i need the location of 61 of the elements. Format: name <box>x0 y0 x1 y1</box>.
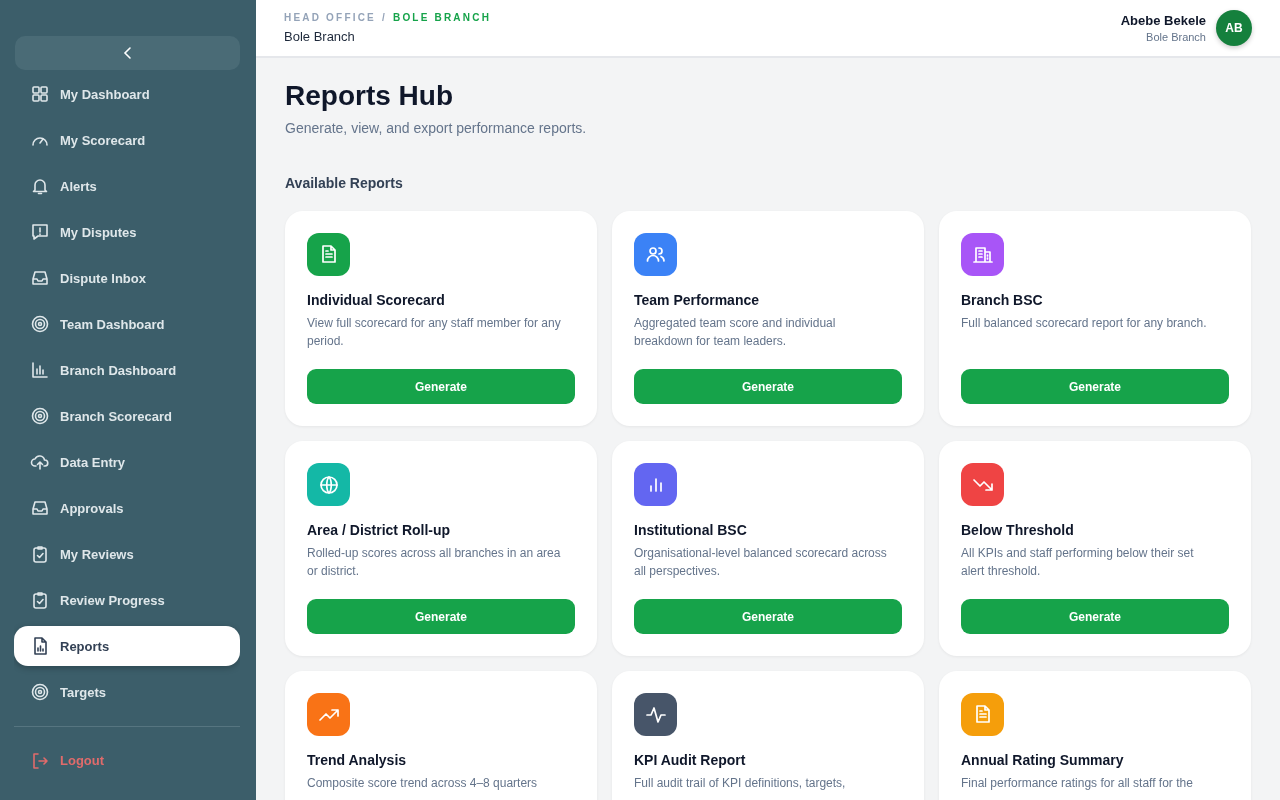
sidebar-item[interactable]: Dispute Inbox <box>14 258 240 298</box>
breadcrumb-current: BOLE BRANCH <box>392 12 492 23</box>
target-icon <box>30 314 50 334</box>
clipboard-check-icon <box>30 544 50 564</box>
report-title: Below Threshold <box>961 522 1075 538</box>
bell-icon <box>30 176 50 196</box>
report-title: Trend Analysis <box>307 752 408 768</box>
sidebar-item[interactable]: Alerts <box>14 166 240 206</box>
generate-button[interactable]: Generate <box>307 369 575 404</box>
sidebar-item[interactable]: My Scorecard <box>14 120 240 160</box>
inbox-icon <box>30 268 50 288</box>
sidebar-item[interactable]: Review Progress <box>14 580 240 620</box>
bar-chart-icon <box>30 360 50 380</box>
page-title: Reports Hub <box>285 80 454 112</box>
grid-icon <box>30 85 50 104</box>
report-title: Branch BSC <box>961 292 1044 308</box>
sidebar-item[interactable]: Branch Dashboard <box>14 350 240 390</box>
sidebar-item[interactable]: Branch Scorecard <box>14 396 240 436</box>
generate-button[interactable]: Generate <box>307 599 575 634</box>
clipboard-check-icon <box>30 590 50 610</box>
sidebar-item[interactable]: Approvals <box>14 488 240 528</box>
report-description: Full balanced scorecard report for any branch. <box>961 315 1208 332</box>
report-description: All KPIs and staff performing below their set alert threshold. <box>961 545 1195 580</box>
report-description: Composite score trend across 4–8 quarters <box>307 775 539 792</box>
sidebar-item[interactable]: My Dashboard <box>14 85 240 114</box>
report-title: KPI Audit Report <box>634 752 747 768</box>
generate-button[interactable]: Generate <box>961 599 1229 634</box>
report-description: Final performance ratings for all staff for the <box>961 775 1194 792</box>
report-title: Team Performance <box>634 292 760 308</box>
report-description: Aggregated team score and individual breakdown for team leaders. <box>634 315 837 350</box>
message-alert-icon <box>30 222 50 242</box>
report-title: Annual Rating Summary <box>961 752 1125 768</box>
report-description: Rolled-up scores across all branches in an area or district. <box>307 545 562 580</box>
breadcrumb-separator: / <box>382 12 387 23</box>
generate-button[interactable]: Generate <box>634 369 902 404</box>
target-icon <box>30 406 50 426</box>
generate-button[interactable]: Generate <box>961 369 1229 404</box>
user-branch: Bole Branch <box>1145 31 1206 43</box>
sidebar-item[interactable]: Team Dashboard <box>14 304 240 344</box>
logout-icon <box>30 750 50 771</box>
sidebar-item[interactable]: Data Entry <box>14 442 240 482</box>
cloud-upload-icon <box>30 452 50 472</box>
report-title: Institutional BSC <box>634 522 748 538</box>
sidebar-item[interactable]: My Reviews <box>14 534 240 574</box>
report-description: Full audit trail of KPI definitions, targets, <box>634 775 847 792</box>
sidebar-item[interactable]: Targets <box>14 672 240 712</box>
report-title: Area / District Roll-up <box>307 522 452 538</box>
report-title: Individual Scorecard <box>307 292 446 308</box>
report-description: View full scorecard for any staff member for any period. <box>307 315 562 350</box>
inbox-icon <box>30 498 50 518</box>
collapse-button[interactable] <box>15 36 240 70</box>
branch-name: Bole Branch <box>284 29 356 44</box>
page-subtitle: Generate, view, and export performance reports. <box>285 120 588 136</box>
report-description: Organisational-level balanced scorecard across all perspectives. <box>634 545 888 580</box>
user-avatar[interactable]: AB <box>1216 10 1252 46</box>
section-heading: Available Reports <box>285 175 404 191</box>
target-icon <box>30 682 50 702</box>
sidebar-item[interactable]: Reports <box>14 626 240 666</box>
generate-button[interactable]: Generate <box>634 599 902 634</box>
sidebar-item[interactable]: My Disputes <box>14 212 240 252</box>
user-name: Abebe Bekele <box>1120 13 1206 28</box>
